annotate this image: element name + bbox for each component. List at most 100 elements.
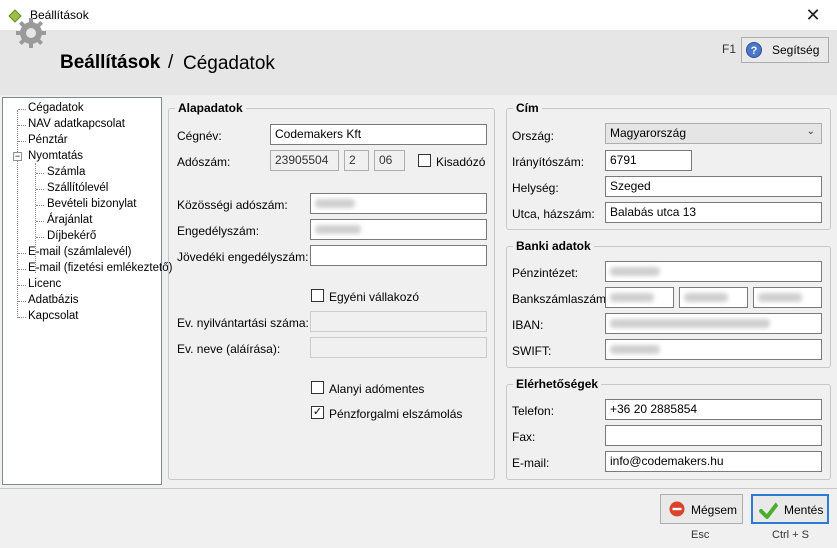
close-icon[interactable]: ✕: [798, 3, 828, 27]
permit-number-label: Engedélyszám:: [177, 224, 260, 238]
tree-connector: [36, 173, 44, 174]
cancel-button-label: Mégsem: [691, 503, 738, 517]
swift-label: SWIFT:: [512, 344, 552, 358]
tree-item-licenc[interactable]: Licenc: [28, 278, 61, 290]
street-input[interactable]: Balabás utca 13: [605, 202, 822, 223]
tree-connector: [36, 189, 44, 190]
blurred-value: [315, 199, 355, 208]
account-number-input-2[interactable]: [679, 287, 748, 308]
checkmark-icon: [759, 502, 779, 519]
tree-item-szamla[interactable]: Számla: [47, 166, 85, 178]
tree-connector: [36, 205, 44, 206]
blurred-value: [315, 225, 361, 234]
question-icon: ?: [746, 42, 762, 58]
bank-title: Banki adatok: [513, 239, 594, 253]
contact-title: Elérhetőségek: [513, 377, 602, 391]
save-button[interactable]: Mentés: [751, 494, 829, 524]
kisadozo-label: Kisadózó: [436, 155, 486, 169]
phone-input[interactable]: +36 20 2885854: [605, 399, 822, 420]
street-label: Utca, házszám:: [512, 207, 595, 221]
blurred-value: [684, 293, 728, 302]
ev-signature-input[interactable]: [310, 337, 487, 358]
tree-item-penztar[interactable]: Pénztár: [28, 134, 68, 146]
tree-connector: [36, 221, 44, 222]
blurred-value: [610, 345, 660, 354]
zip-input[interactable]: 6791: [605, 150, 692, 171]
tree-item-adatbazis[interactable]: Adatbázis: [28, 294, 79, 306]
title-bar: Beállítások ✕: [0, 0, 837, 31]
tree-connector: [18, 301, 26, 302]
tree-item-dijbekero[interactable]: Díjbekérő: [47, 230, 96, 242]
cancel-icon: [669, 501, 685, 517]
footer-divider: [0, 488, 837, 489]
blurred-value: [610, 319, 770, 328]
tree-item-nyomtatas[interactable]: Nyomtatás: [28, 150, 83, 162]
page-subtitle: Cégadatok: [183, 53, 275, 74]
ev-reg-number-label: Ev. nyilvántartási száma:: [177, 316, 309, 330]
tree-connector: [18, 317, 26, 318]
chevron-down-icon: ⌄: [806, 126, 815, 137]
settings-tree[interactable]: − Cégadatok NAV adatkapcsolat Pénztár Ny…: [2, 97, 172, 485]
country-label: Ország:: [512, 129, 555, 143]
tree-item-cegadatok[interactable]: Cégadatok: [28, 102, 84, 114]
fax-input[interactable]: [605, 425, 822, 446]
tree-item-nav[interactable]: NAV adatkapcsolat: [28, 118, 125, 130]
tax-number-input-1[interactable]: 23905504: [270, 150, 339, 171]
cancel-button[interactable]: Mégsem: [660, 494, 743, 524]
community-tax-input[interactable]: [310, 193, 487, 214]
city-input[interactable]: Szeged: [605, 176, 822, 197]
account-number-input-1[interactable]: [605, 287, 674, 308]
breadcrumb-separator: /: [168, 52, 174, 73]
tree-item-szallitolevel[interactable]: Szállítólevél: [47, 182, 108, 194]
gear-icon: [16, 18, 46, 48]
kisadozo-checkbox[interactable]: [418, 154, 431, 167]
email-label: E-mail:: [512, 456, 550, 470]
bank-name-input[interactable]: [605, 261, 822, 282]
community-tax-label: Közösségi adószám:: [177, 198, 288, 212]
tax-number-input-2[interactable]: 2: [344, 150, 369, 171]
collapse-icon[interactable]: −: [13, 152, 22, 161]
tree-item-beveteli[interactable]: Bevételi bizonylat: [47, 198, 137, 210]
fax-label: Fax:: [512, 430, 536, 444]
excise-permit-input[interactable]: [310, 245, 487, 266]
tree-connector: [18, 109, 26, 110]
help-button[interactable]: ? Segítség: [741, 37, 829, 63]
city-label: Helység:: [512, 181, 559, 195]
cash-accounting-label: Pénzforgalmi elszámolás: [329, 407, 463, 421]
cash-accounting-checkbox[interactable]: ✓: [311, 406, 324, 419]
vat-exempt-checkbox[interactable]: [311, 381, 324, 394]
email-input[interactable]: info@codemakers.hu: [605, 451, 822, 472]
account-number-input-3[interactable]: [753, 287, 822, 308]
help-shortcut: F1: [722, 42, 737, 56]
company-name-input[interactable]: Codemakers Kft: [270, 124, 487, 145]
company-name-label: Cégnév:: [177, 129, 222, 143]
tree-item-kapcsolat[interactable]: Kapcsolat: [28, 310, 79, 322]
country-select[interactable]: Magyarország ⌄: [605, 123, 822, 144]
iban-input[interactable]: [605, 313, 822, 334]
ev-reg-number-input[interactable]: [310, 311, 487, 332]
tree-item-email-invoice[interactable]: E-mail (számlalevél): [28, 246, 132, 258]
basic-data-title: Alapadatok: [175, 101, 246, 115]
account-number-label: Bankszámlaszám:: [512, 292, 610, 306]
tree-connector: [18, 253, 26, 254]
help-button-label: Segítség: [772, 43, 820, 57]
tree-connector: [18, 285, 26, 286]
vat-exempt-label: Alanyi adómentes: [329, 382, 425, 396]
sole-trader-label: Egyéni vállakozó: [329, 290, 420, 304]
save-button-label: Mentés: [784, 503, 824, 517]
tree-item-email-reminder[interactable]: E-mail (fizetési emlékeztető): [28, 262, 172, 274]
cancel-shortcut: Esc: [691, 529, 710, 541]
tree-connector: [18, 269, 26, 270]
address-title: Cím: [513, 101, 542, 115]
tree-item-arajanlat[interactable]: Árajánlat: [47, 214, 92, 226]
save-shortcut: Ctrl + S: [772, 529, 809, 541]
swift-input[interactable]: [605, 339, 822, 360]
ev-signature-label: Ev. neve (aláírása):: [177, 342, 281, 356]
sole-trader-checkbox[interactable]: [311, 289, 324, 302]
page-title: Beállítások: [60, 52, 161, 73]
blurred-value: [758, 293, 802, 302]
tree-connector: [18, 125, 26, 126]
tax-number-input-3[interactable]: 06: [374, 150, 405, 171]
tax-number-label: Adószám:: [177, 155, 231, 169]
permit-number-input[interactable]: [310, 219, 487, 240]
